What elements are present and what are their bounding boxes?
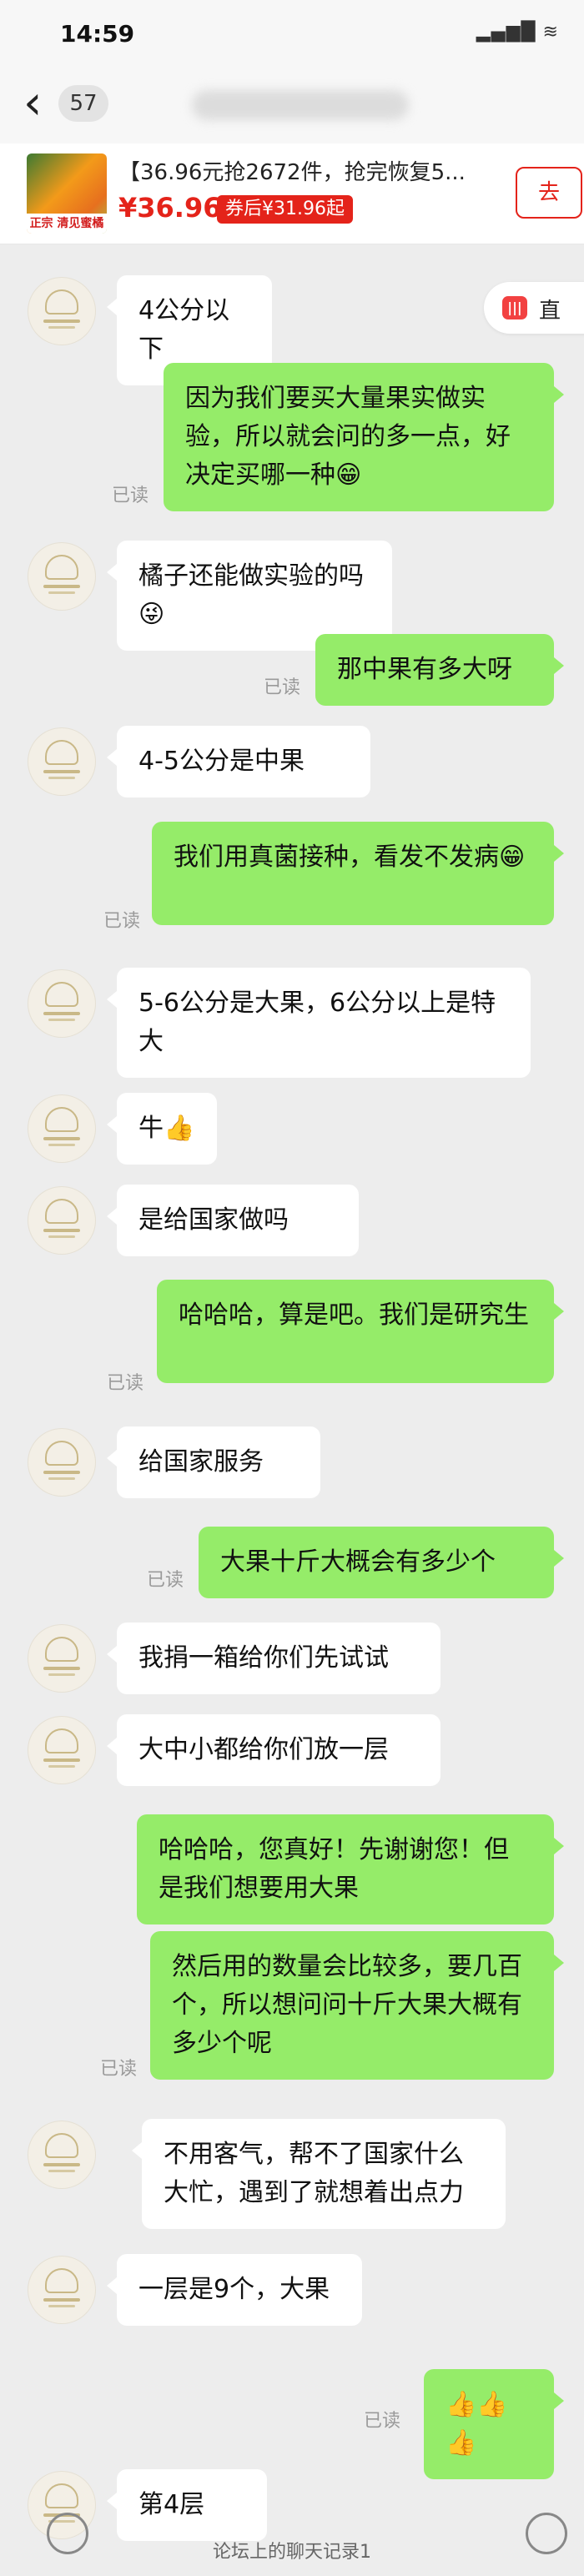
outgoing-message-bubble[interactable]: 大果十斤大概会有多少个 [199,1527,564,1598]
signal-wifi-icons: ▂▄▆█ ≋ [476,22,559,43]
incoming-message-bubble[interactable]: 大中小都给你们放一层 [107,1714,441,1786]
sender-avatar[interactable] [28,728,95,795]
product-title: 【36.96元抢2672件，抢完恢复5... [118,160,466,185]
product-price: ¥36.96 [118,192,222,224]
outgoing-message-bubble[interactable]: 那中果有多大呀 [315,634,564,706]
status-bar: 14:59 ▂▄▆█ ≋ [0,0,584,67]
chat-title-blurred [192,90,409,120]
chat-header: ‹ 57 [0,67,584,144]
outgoing-message-bubble[interactable]: 哈哈哈，算是吧。我们是研究生 [157,1280,564,1383]
read-receipt: 已读 [103,911,141,932]
go-to-product-button[interactable]: 去 [516,167,582,219]
incoming-message-bubble[interactable]: 一层是9个，大果 [107,2254,362,2326]
sender-avatar[interactable] [28,2121,95,2188]
outgoing-message-bubble[interactable]: 👍👍👍 [424,2369,564,2479]
incoming-message-bubble[interactable]: 牛👍 [107,1093,217,1165]
read-receipt: 已读 [364,2411,401,2432]
status-time: 14:59 [60,20,135,48]
sender-avatar[interactable] [28,543,95,610]
read-receipt: 已读 [100,2059,138,2080]
incoming-message-bubble[interactable]: 我捐一箱给你们先试试 [107,1623,441,1694]
outgoing-message-bubble[interactable]: 因为我们要买大量果实做实验，所以就会问的多一点，好决定买哪一种😁 [164,363,564,511]
coupon-badge: 券后¥31.96起 [217,195,353,224]
sender-avatar[interactable] [28,1095,95,1162]
product-thumbnail-label: 正宗 清见蜜橘 [27,214,107,234]
product-thumbnail[interactable]: 正宗 清见蜜橘 [27,153,107,234]
read-receipt: 已读 [107,1373,144,1394]
live-label: 直 [539,299,561,324]
read-receipt: 已读 [147,1570,184,1591]
sender-avatar[interactable] [28,278,95,345]
sender-avatar[interactable] [28,970,95,1037]
incoming-message-bubble[interactable]: 是给国家做吗 [107,1185,359,1256]
sender-avatar[interactable] [28,2257,95,2323]
live-floating-button[interactable]: ||| 直 [484,282,584,334]
unread-count-badge[interactable]: 57 [58,85,108,122]
incoming-message-bubble[interactable]: 第4层 [107,2469,267,2541]
sender-avatar[interactable] [28,1717,95,1784]
sender-avatar[interactable] [28,1187,95,1254]
read-receipt: 已读 [112,486,149,506]
live-icon: ||| [502,296,527,319]
image-caption: 论坛上的聊天记录1 [213,2542,371,2563]
incoming-message-bubble[interactable]: 5-6公分是大果，6公分以上是特大 [107,968,531,1078]
read-receipt: 已读 [264,677,301,698]
incoming-message-bubble[interactable]: 不用客气，帮不了国家什么大忙，遇到了就想着出点力 [132,2119,506,2229]
outgoing-message-bubble[interactable]: 然后用的数量会比较多，要几百个，所以想问问十斤大果大概有多少个呢 [150,1931,564,2080]
back-arrow-icon[interactable]: ‹ [23,80,42,127]
outgoing-message-bubble[interactable]: 哈哈哈，您真好！先谢谢您！但是我们想要用大果 [137,1814,564,1924]
sender-avatar[interactable] [28,1625,95,1692]
incoming-message-bubble[interactable]: 4-5公分是中果 [107,726,370,797]
incoming-message-bubble[interactable]: 给国家服务 [107,1426,320,1498]
outgoing-message-bubble[interactable]: 我们用真菌接种，看发不发病😁 [152,822,564,925]
product-card[interactable]: 正宗 清见蜜橘 【36.96元抢2672件，抢完恢复5... ¥36.96 券后… [0,143,584,244]
sender-avatar[interactable] [28,1429,95,1496]
